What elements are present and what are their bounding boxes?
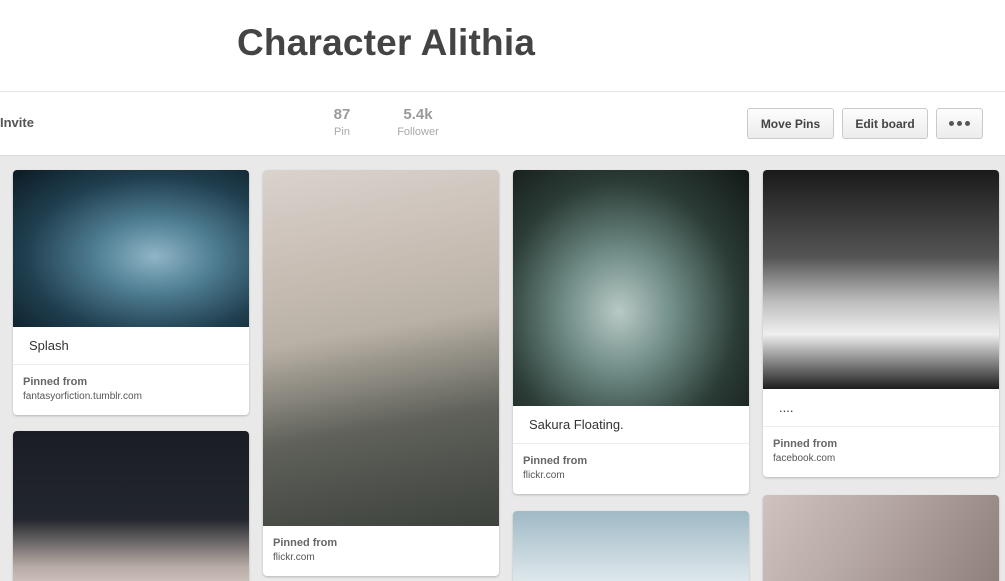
pin-source-domain[interactable]: fantasyorfiction.tumblr.com (23, 391, 249, 402)
pin-description: .... (763, 389, 999, 427)
pinned-from-label: Pinned from (773, 438, 838, 450)
pin-card[interactable] (13, 431, 249, 581)
pins-count: 87 (333, 106, 351, 123)
followers-label: Follower (397, 126, 439, 138)
pinned-from-label: Pinned from (273, 537, 338, 549)
header-divider (0, 91, 1005, 92)
pin-image[interactable] (263, 170, 499, 526)
pin-image[interactable] (13, 170, 249, 327)
pin-card[interactable]: .... Pinned from facebook.com (763, 170, 999, 477)
pin-description: Splash (13, 327, 249, 365)
move-pins-button[interactable]: Move Pins (747, 108, 834, 139)
pin-source-domain[interactable]: facebook.com (773, 453, 999, 464)
invite-link[interactable]: Invite (0, 115, 34, 130)
followers-count: 5.4k (403, 106, 433, 123)
edit-board-button[interactable]: Edit board (842, 108, 928, 139)
pin-source: Pinned from flickr.com (263, 526, 499, 576)
pin-card[interactable]: Pinned from flickr.com (263, 170, 499, 576)
pin-image[interactable] (763, 170, 999, 389)
more-dots-icon (949, 121, 970, 126)
pin-source-domain[interactable]: flickr.com (523, 470, 749, 481)
more-options-button[interactable] (936, 108, 983, 139)
board-header: Character Alithia Invite 87 Pin 5.4k Fol… (0, 0, 1005, 156)
pin-image[interactable] (513, 511, 749, 581)
pinned-from-label: Pinned from (523, 455, 588, 467)
pin-source: Pinned from flickr.com (513, 444, 749, 494)
pin-description: Sakura Floating. (513, 406, 749, 444)
pin-card[interactable]: Splash Pinned from fantasyorfiction.tumb… (13, 170, 249, 415)
pinned-from-label: Pinned from (23, 376, 88, 388)
pins-stat[interactable]: 87 Pin (322, 106, 362, 138)
pin-source: Pinned from facebook.com (763, 427, 999, 477)
pins-label: Pin (334, 126, 350, 138)
pin-image[interactable] (763, 495, 999, 581)
pin-image[interactable] (13, 431, 249, 581)
pin-card[interactable]: Sakura Floating. Pinned from flickr.com (513, 170, 749, 494)
pin-image[interactable] (513, 170, 749, 406)
pin-source: Pinned from fantasyorfiction.tumblr.com (13, 365, 249, 415)
followers-stat[interactable]: 5.4k Follower (390, 106, 446, 138)
pin-card[interactable] (763, 495, 999, 581)
board-title: Character Alithia (237, 22, 536, 63)
pin-source-domain[interactable]: flickr.com (273, 552, 499, 563)
pin-card[interactable] (513, 511, 749, 581)
